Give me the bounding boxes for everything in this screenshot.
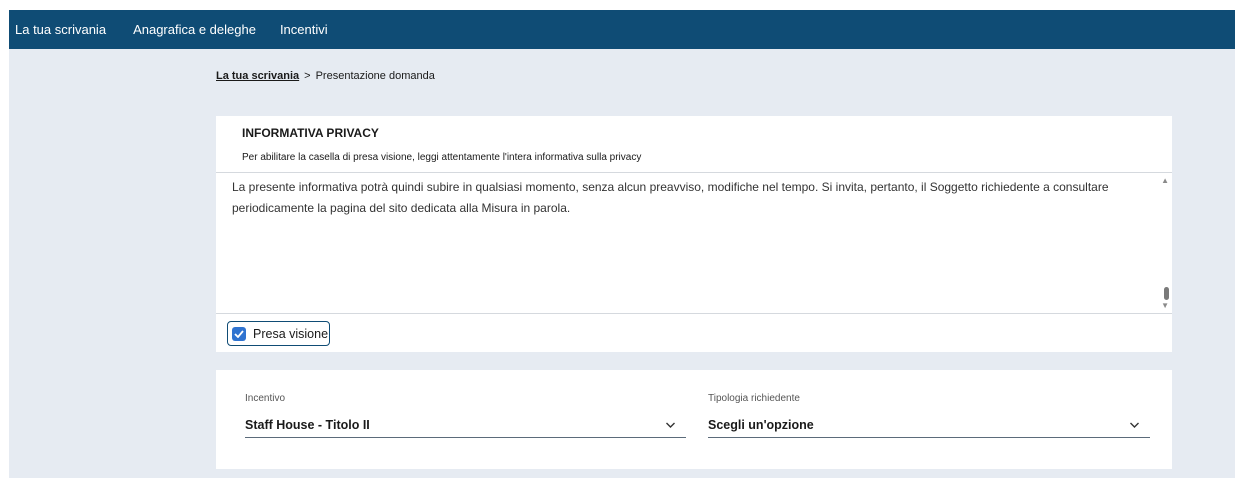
chevron-down-icon bbox=[666, 422, 675, 428]
privacy-card: INFORMATIVA PRIVACY Per abilitare la cas… bbox=[216, 116, 1172, 352]
scroll-down-arrow-icon[interactable]: ▼ bbox=[1161, 301, 1169, 310]
incentivo-field: Incentivo Staff House - Titolo II bbox=[245, 393, 686, 438]
incentivo-label: Incentivo bbox=[245, 393, 286, 404]
top-navigation: La tua scrivania Anagrafica e deleghe In… bbox=[9, 10, 1235, 49]
breadcrumb-separator: > bbox=[304, 70, 311, 82]
checkbox-label: Presa visione bbox=[253, 326, 329, 341]
presa-visione-checkbox[interactable]: Presa visione bbox=[227, 321, 331, 346]
incentivo-value: Staff House - Titolo II bbox=[245, 418, 370, 432]
tipologia-label: Tipologia richiedente bbox=[708, 393, 800, 404]
tipologia-field: Tipologia richiedente Scegli un'opzione bbox=[708, 393, 1150, 438]
nav-item-incentivi[interactable]: Incentivi bbox=[280, 22, 328, 37]
nav-item-anagrafica[interactable]: Anagrafica e deleghe bbox=[133, 22, 256, 37]
tipologia-value: Scegli un'opzione bbox=[708, 418, 814, 432]
scrollbar-thumb[interactable] bbox=[1164, 287, 1169, 300]
incentivo-select[interactable]: Staff House - Titolo II bbox=[245, 413, 686, 438]
privacy-title: INFORMATIVA PRIVACY bbox=[242, 126, 379, 140]
nav-item-scrivania[interactable]: La tua scrivania bbox=[15, 22, 106, 37]
privacy-subtitle: Per abilitare la casella di presa vision… bbox=[242, 152, 642, 163]
chevron-down-icon bbox=[1130, 422, 1139, 428]
checkbox-checked-icon[interactable] bbox=[232, 326, 246, 341]
privacy-scroll-area[interactable]: La presente informativa potrà quindi sub… bbox=[216, 172, 1172, 314]
breadcrumb: La tua scrivania > Presentazione domanda bbox=[216, 70, 435, 82]
breadcrumb-current: Presentazione domanda bbox=[315, 70, 435, 82]
scroll-up-arrow-icon[interactable]: ▲ bbox=[1161, 176, 1169, 185]
form-card: Incentivo Staff House - Titolo II Tipolo… bbox=[216, 370, 1172, 469]
tipologia-select[interactable]: Scegli un'opzione bbox=[708, 413, 1150, 438]
breadcrumb-home-link[interactable]: La tua scrivania bbox=[216, 70, 299, 82]
privacy-text: La presente informativa potrà quindi sub… bbox=[232, 180, 1109, 215]
